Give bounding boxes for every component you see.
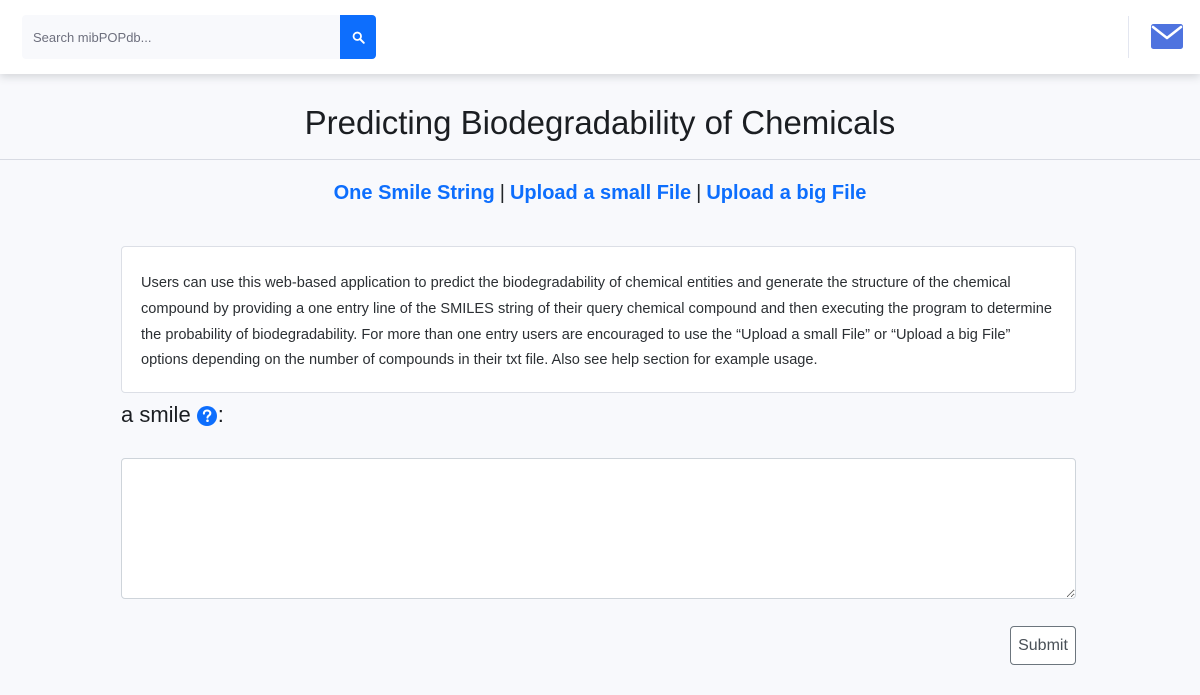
smile-textarea[interactable] bbox=[121, 458, 1076, 599]
search-icon bbox=[352, 31, 365, 44]
info-card: Users can use this web-based application… bbox=[121, 246, 1076, 393]
mode-nav: One Smile String | Upload a small File | Upl… bbox=[0, 180, 1200, 206]
contact-mail-link[interactable] bbox=[1150, 21, 1184, 51]
smile-field-label: a smile : bbox=[121, 401, 224, 429]
page-title: Predicting Biodegradability of Chemicals bbox=[304, 104, 896, 141]
nav-separator: | bbox=[499, 182, 505, 204]
envelope-icon bbox=[1151, 24, 1183, 49]
nav-separator: | bbox=[696, 182, 702, 204]
search-group bbox=[22, 15, 376, 59]
smile-label-colon: : bbox=[217, 402, 224, 427]
submit-button[interactable]: Submit bbox=[1010, 626, 1076, 665]
search-input[interactable] bbox=[22, 15, 340, 59]
question-circle-icon[interactable] bbox=[196, 405, 217, 426]
tab-upload-small-file[interactable]: Upload a small File bbox=[510, 182, 691, 204]
top-navbar bbox=[0, 0, 1200, 74]
tab-upload-big-file[interactable]: Upload a big File bbox=[706, 182, 866, 204]
tab-one-smile-string[interactable]: One Smile String bbox=[334, 182, 495, 204]
info-text: Users can use this web-based application… bbox=[141, 275, 1053, 369]
smile-label-text: a smile bbox=[121, 402, 191, 427]
topbar-divider bbox=[1128, 16, 1129, 58]
search-button[interactable] bbox=[340, 15, 376, 59]
